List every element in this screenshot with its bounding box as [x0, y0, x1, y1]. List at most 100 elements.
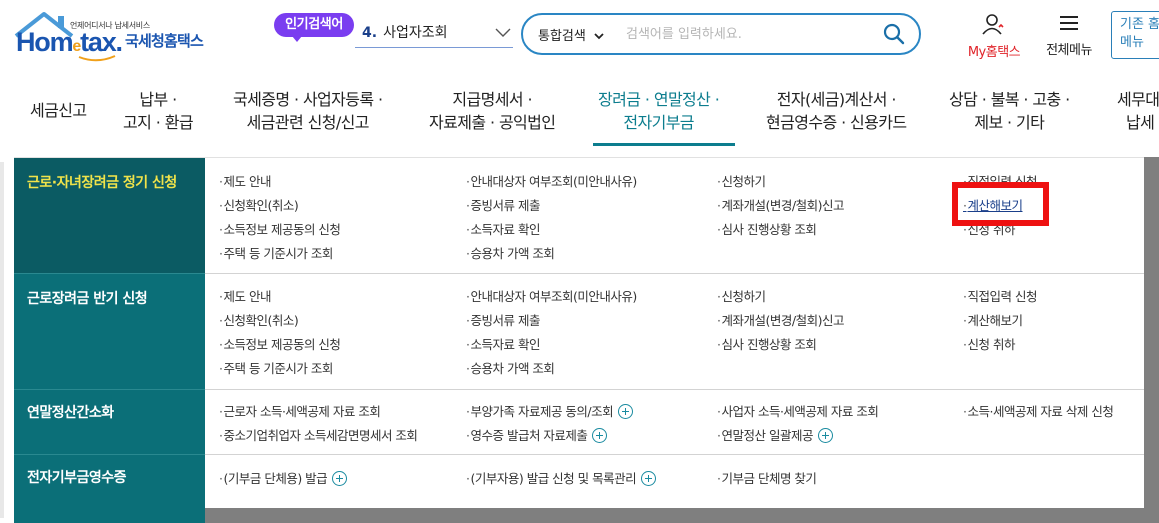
menu-link-label: (기부금 단체용) 발급	[223, 471, 328, 486]
menu-link[interactable]: 안내대상자 여부조회(미안내사유)	[466, 286, 637, 305]
all-menu-label: 전체메뉴	[1046, 43, 1092, 58]
menu-link[interactable]: 제도 안내	[219, 286, 271, 305]
menu-link[interactable]: 신청하기	[717, 286, 766, 305]
gnb-item-label: 납세	[1126, 113, 1155, 132]
top-header: 언제어디서나 납세서비스 Hometax. 국세청홈택스 인기검색어 4. 사업자…	[0, 0, 1159, 68]
menu-link[interactable]: 연말정산 일괄제공	[717, 425, 833, 444]
plus-circle-icon[interactable]	[641, 471, 657, 486]
menu-link[interactable]: 사업자 소득·세액공제 자료 조회	[717, 401, 878, 420]
chevron-down-icon	[495, 28, 511, 37]
menu-link[interactable]: 승용차 가액 조회	[466, 243, 554, 262]
menu-link[interactable]: 주택 등 기준시가 조회	[219, 358, 333, 377]
all-menu-button[interactable]: 전체메뉴	[1040, 13, 1098, 58]
menu-link[interactable]: 주택 등 기준시가 조회	[219, 243, 333, 262]
gnb-item-certificates[interactable]: 국세증명 · 사업자등록 · 세금관련 신청/신고	[233, 88, 383, 134]
gnb-item-label: 지급명세서 ·	[452, 90, 532, 109]
gnb-item-label: 세무대	[1117, 90, 1159, 109]
wordmark-end: tax.	[80, 27, 123, 57]
wordmark-main: Hom	[16, 27, 74, 57]
gnb-item-tax-return[interactable]: 세금신고	[30, 99, 87, 122]
menu-link[interactable]: 승용차 가액 조회	[466, 358, 554, 377]
menu-link[interactable]: 신청 취하	[963, 334, 1015, 353]
highlight-annotation-box	[952, 182, 1049, 226]
previous-home-menu-button[interactable]: 기존 홈 메뉴	[1111, 11, 1159, 59]
menu-link[interactable]: 영수증 발급처 자료제출	[466, 425, 608, 444]
my-hometax-label: My홈택스	[967, 45, 1021, 60]
gnb-item-label: 전자(세금)계산서 ·	[776, 90, 897, 109]
menu-link[interactable]: 소득정보 제공동의 신청	[219, 334, 340, 353]
plus-circle-icon[interactable]	[332, 471, 348, 486]
prev-button-line2: 메뉴	[1120, 35, 1144, 50]
gnb-item-label: 상담 · 불복 · 고충 ·	[949, 90, 1070, 109]
popular-search-badge: 인기검색어	[274, 13, 354, 42]
search-box: 통합검색	[521, 13, 921, 55]
category-half-year-incentive[interactable]: 근로장려금 반기 신청	[14, 274, 205, 389]
chevron-down-icon	[594, 33, 604, 40]
menu-link[interactable]: 계좌개설(변경/철회)신고	[717, 310, 844, 329]
gnb-item-tax-agent[interactable]: 세무대 납세	[1117, 88, 1159, 134]
menu-link[interactable]: 소득자료 확인	[466, 334, 540, 353]
right-overlay-shade	[1144, 157, 1159, 523]
menu-link-label: 연말정산 일괄제공	[721, 428, 813, 443]
hamburger-menu-icon	[1060, 16, 1078, 30]
gnb-item-label: 현금영수증 · 신용카드	[766, 113, 907, 132]
menu-link[interactable]: 소득·세액공제 자료 삭제 신청	[963, 401, 1113, 420]
main-navigation: 세금신고 납부 · 고지 · 환급 국세증명 · 사업자등록 · 세금관련 신청…	[0, 68, 1159, 157]
menu-link[interactable]: 계좌개설(변경/철회)신고	[717, 195, 844, 214]
popular-keyword: 사업자조회	[383, 25, 448, 41]
menu-link-label: 부양가족 자료제공 동의/조회	[470, 404, 614, 419]
gnb-item-consultation[interactable]: 상담 · 불복 · 고충 · 제보 · 기타	[949, 88, 1070, 134]
category-regular-incentive[interactable]: 근로·자녀장려금 정기 신청	[14, 158, 205, 273]
gnb-item-label: 장려금 · 연말정산 ·	[598, 90, 720, 109]
left-edge-bar	[0, 162, 4, 518]
menu-link[interactable]: (기부자용) 발급 신청 및 목록관리	[466, 468, 657, 487]
menu-link[interactable]: 신청확인(취소)	[219, 195, 298, 214]
menu-link[interactable]: 근로자 소득·세액공제 자료 조회	[219, 401, 380, 420]
my-hometax-button[interactable]: My홈택스	[960, 13, 1028, 60]
logo-wordmark: Hometax.	[16, 27, 123, 58]
menu-link-label: (기부자용) 발급 신청 및 목록관리	[470, 471, 637, 486]
gnb-item-incentives[interactable]: 장려금 · 연말정산 · 전자기부금	[598, 88, 720, 134]
gnb-item-label: 세금신고	[30, 101, 87, 120]
gnb-item-payment[interactable]: 납부 · 고지 · 환급	[123, 88, 194, 134]
gnb-item-label: 세금관련 신청/신고	[246, 113, 370, 132]
gnb-item-label: 국세증명 · 사업자등록 ·	[233, 90, 383, 109]
search-input[interactable]	[626, 23, 876, 45]
user-icon	[982, 14, 1004, 35]
plus-circle-icon[interactable]	[817, 428, 833, 443]
logo-swoosh-icon	[78, 55, 116, 62]
menu-link[interactable]: 계산해보기	[963, 310, 1023, 329]
gnb-item-e-invoice[interactable]: 전자(세금)계산서 · 현금영수증 · 신용카드	[766, 88, 907, 134]
category-e-donation-receipt[interactable]: 전자기부금영수증	[14, 455, 205, 509]
search-icon[interactable]	[883, 23, 905, 45]
prev-button-line1: 기존 홈	[1120, 17, 1159, 32]
search-type-select[interactable]: 통합검색	[538, 25, 604, 44]
gnb-item-statements[interactable]: 지급명세서 · 자료제출 · 공익법인	[429, 88, 556, 134]
plus-circle-icon[interactable]	[618, 404, 634, 419]
menu-link[interactable]: 안내대상자 여부조회(미안내사유)	[466, 171, 637, 190]
gnb-item-label: 전자기부금	[623, 113, 694, 132]
menu-link[interactable]: 부양가족 자료제공 동의/조회	[466, 401, 634, 420]
popular-rank: 4.	[362, 25, 378, 41]
menu-link[interactable]: 신청확인(취소)	[219, 310, 298, 329]
menu-link[interactable]: 소득자료 확인	[466, 219, 540, 238]
gnb-active-underline	[593, 143, 735, 146]
popular-search-select[interactable]: 4. 사업자조회	[355, 20, 513, 48]
menu-link[interactable]: 중소기업취업자 소득세감면명세서 조회	[219, 425, 417, 444]
hometax-logo[interactable]: 언제어디서나 납세서비스 Hometax. 국세청홈택스	[14, 10, 224, 62]
menu-link[interactable]: 직접입력 신청	[963, 286, 1037, 305]
plus-circle-icon[interactable]	[592, 428, 608, 443]
menu-link[interactable]: 증빙서류 제출	[466, 310, 540, 329]
search-type-label: 통합검색	[538, 29, 586, 44]
menu-link[interactable]: 제도 안내	[219, 171, 271, 190]
menu-link[interactable]: 기부금 단체명 찾기	[717, 468, 816, 487]
gnb-item-label: 제보 · 기타	[974, 113, 1045, 132]
category-year-end-simplified[interactable]: 연말정산간소화	[14, 390, 205, 454]
logo-korean-name: 국세청홈택스	[125, 32, 204, 50]
menu-link[interactable]: 심사 진행상황 조회	[717, 334, 816, 353]
menu-link[interactable]: 증빙서류 제출	[466, 195, 540, 214]
menu-link[interactable]: (기부금 단체용) 발급	[219, 468, 348, 487]
menu-link[interactable]: 신청하기	[717, 171, 766, 190]
menu-link[interactable]: 심사 진행상황 조회	[717, 219, 816, 238]
menu-link[interactable]: 소득정보 제공동의 신청	[219, 219, 340, 238]
